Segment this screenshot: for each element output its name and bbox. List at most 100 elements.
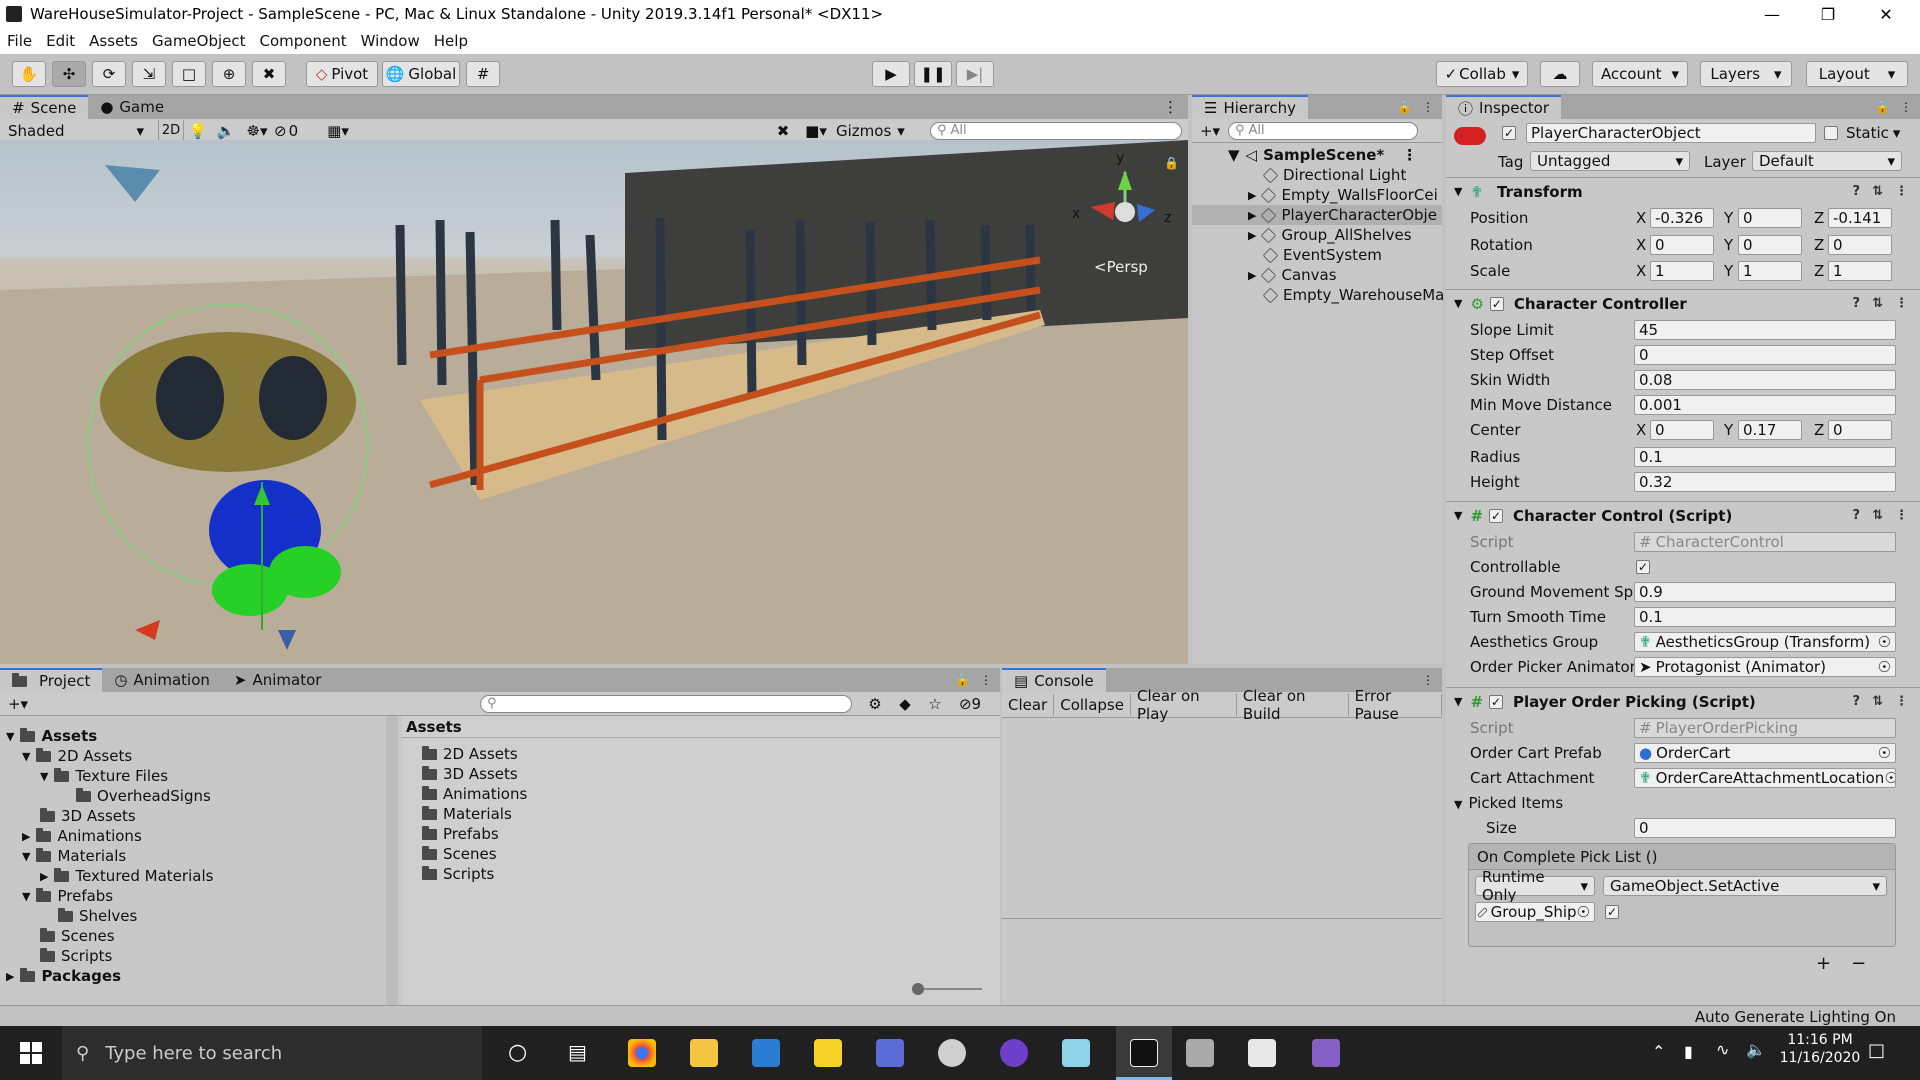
list-item[interactable]: Animations [422, 784, 527, 804]
menu-component[interactable]: Component [253, 32, 354, 50]
tree-item-assets[interactable]: ▼ Assets [6, 726, 97, 746]
menu-file[interactable]: File [0, 32, 39, 50]
menu-help[interactable]: Help [427, 32, 475, 50]
object-name-field[interactable]: PlayerCharacterObject [1526, 123, 1816, 143]
set-active-checkbox[interactable]: ✓ [1605, 905, 1619, 919]
tab-scene[interactable]: # Scene [0, 95, 89, 119]
help-icon[interactable]: ? [1853, 184, 1861, 199]
visual-studio-icon[interactable] [1312, 1039, 1340, 1067]
turn-smooth-field[interactable]: 0.1 [1634, 607, 1896, 627]
mode-2d-toggle[interactable]: 2D [158, 119, 184, 142]
character-control-header[interactable]: ▼ # ✓ Character Control (Script) ? ⇅ ⋮ [1446, 501, 1920, 529]
task-view-icon[interactable]: ▤ [568, 1040, 587, 1064]
maximize-button[interactable]: ❐ [1800, 0, 1856, 28]
controllable-checkbox[interactable]: ✓ [1636, 560, 1650, 574]
favorite-icon[interactable]: ☆ [920, 695, 950, 713]
layer-dropdown[interactable]: Default ▾ [1752, 151, 1902, 171]
list-item[interactable]: ▶ Canvas [1248, 265, 1337, 285]
preset-icon[interactable]: ⇅ [1872, 694, 1883, 709]
scene-root[interactable]: ▼ ◁ SampleScene* ⋮ [1228, 145, 1417, 165]
layout-dropdown[interactable]: Layout ▾ [1806, 61, 1908, 87]
object-picker-icon[interactable]: ☉ [1878, 658, 1895, 676]
slope-limit-field[interactable]: 45 [1634, 320, 1896, 340]
tree-scrollbar[interactable] [386, 716, 398, 1005]
hidden-packages-toggle[interactable]: ⊘9 [950, 695, 990, 713]
tools-icon[interactable]: ✖ [770, 122, 796, 140]
help-icon[interactable]: ? [1853, 508, 1861, 523]
unity-taskbar-button[interactable] [1116, 1026, 1172, 1080]
min-move-field[interactable]: 0.001 [1634, 395, 1896, 415]
tab-game[interactable]: ● Game [88, 95, 176, 119]
object-picker-icon[interactable]: ☉ [1878, 744, 1895, 762]
list-item[interactable]: Empty_WarehouseMa [1262, 285, 1444, 305]
move-tool-icon[interactable]: ✣ [52, 61, 86, 87]
hierarchy-search-input[interactable]: ⚲ All [1228, 121, 1418, 140]
transform-header[interactable]: ▼ ✟ Transform ? ⇅ ⋮ [1446, 177, 1920, 205]
tab-project[interactable]: Project [0, 668, 103, 692]
tree-item-prefabs[interactable]: ▼ Prefabs [22, 886, 113, 906]
tab-animator[interactable]: ➤ Animator [222, 668, 334, 692]
clock[interactable]: 11:16 PM 11/16/2020 [1770, 1032, 1870, 1066]
chevron-up-icon[interactable]: ⌃ [1652, 1042, 1665, 1061]
hidden-objects-toggle[interactable]: ⊘ 0 [274, 122, 318, 140]
component-menu-icon[interactable]: ⋮ [1895, 184, 1908, 199]
audio-icon[interactable]: 🔈 [212, 122, 240, 140]
tab-inspector[interactable]: ⓘ Inspector [1446, 95, 1561, 119]
app-icon[interactable] [1062, 1039, 1090, 1067]
add-listener-button[interactable]: + [1816, 953, 1831, 974]
error-pause-button[interactable]: Error Pause [1349, 687, 1442, 723]
component-menu-icon[interactable]: ⋮ [1895, 694, 1908, 709]
runtime-dropdown[interactable]: Runtime Only ▾ [1475, 868, 1595, 904]
clear-button[interactable]: Clear [1002, 693, 1055, 716]
help-icon[interactable]: ? [1853, 694, 1861, 709]
cart-attachment-field[interactable]: ✟OrderCareAttachmentLocation☉ [1634, 768, 1896, 788]
tree-item-3d-assets[interactable]: 3D Assets [40, 806, 136, 826]
component-menu-icon[interactable]: ⋮ [1895, 296, 1908, 311]
battery-icon[interactable]: ▮ [1684, 1042, 1693, 1061]
project-search-input[interactable]: ⚲ [480, 694, 852, 713]
list-item[interactable]: ▶ Empty_WallsFloorCei [1248, 185, 1438, 205]
help-icon[interactable]: ? [1853, 296, 1861, 311]
component-enabled-checkbox[interactable]: ✓ [1489, 694, 1504, 709]
preset-icon[interactable]: ⇅ [1872, 508, 1883, 523]
list-item[interactable]: ▶ Group_AllShelves [1248, 225, 1412, 245]
chrome-icon[interactable] [628, 1039, 656, 1067]
list-item[interactable]: Scenes [422, 844, 497, 864]
lock-icon[interactable]: 🔒 [1164, 156, 1179, 170]
position-x-field[interactable]: -0.326 [1650, 208, 1714, 228]
tab-hierarchy[interactable]: ☰ Hierarchy [1192, 95, 1308, 119]
volume-icon[interactable]: 🔈 [1746, 1040, 1766, 1059]
icon-size-slider[interactable] [912, 983, 982, 995]
collab-dropdown[interactable]: ✓ Collab ▾ [1436, 61, 1528, 87]
step-offset-field[interactable]: 0 [1634, 345, 1896, 365]
hierarchy-lock-icon[interactable]: 🔒 [1397, 100, 1412, 114]
component-enabled-checkbox[interactable]: ✓ [1489, 296, 1504, 311]
position-y-field[interactable]: 0 [1738, 208, 1802, 228]
filter-type-icon[interactable]: ⚙ [860, 695, 890, 713]
component-enabled-checkbox[interactable]: ✓ [1489, 508, 1504, 523]
rotation-y-field[interactable]: 0 [1738, 235, 1802, 255]
list-item[interactable]: EventSystem [1262, 245, 1382, 265]
tree-item-shelves[interactable]: Shelves [58, 906, 137, 926]
pivot-toggle[interactable]: ◇ Pivot [306, 61, 378, 87]
tree-item-animations[interactable]: ▶ Animations [22, 826, 142, 846]
remove-listener-button[interactable]: − [1851, 953, 1866, 974]
taskbar-search-input[interactable]: ⚲ Type here to search [62, 1026, 482, 1080]
play-button[interactable]: ▶ [872, 61, 910, 87]
rotation-x-field[interactable]: 0 [1650, 235, 1714, 255]
filter-label-icon[interactable]: ◆ [890, 695, 920, 713]
tree-item-texture-files[interactable]: ▼ Texture Files [40, 766, 168, 786]
aesthetics-group-field[interactable]: ✟ AestheticsGroup (Transform) ☉ [1634, 632, 1896, 652]
camera-icon[interactable]: ■▾ [796, 122, 836, 140]
menu-window[interactable]: Window [354, 32, 427, 50]
preset-icon[interactable]: ⇅ [1872, 296, 1883, 311]
tree-item-packages[interactable]: ▶ Packages [6, 966, 121, 986]
create-asset-button[interactable]: +▾ [0, 695, 36, 713]
effects-icon[interactable]: ☸▾ [240, 122, 274, 140]
menu-assets[interactable]: Assets [82, 32, 145, 50]
scale-z-field[interactable]: 1 [1828, 261, 1892, 281]
radius-field[interactable]: 0.1 [1634, 447, 1896, 467]
tree-item-scenes[interactable]: Scenes [40, 926, 115, 946]
account-dropdown[interactable]: Account ▾ [1592, 61, 1688, 87]
project-more-icon[interactable]: ⋮ [980, 673, 992, 687]
